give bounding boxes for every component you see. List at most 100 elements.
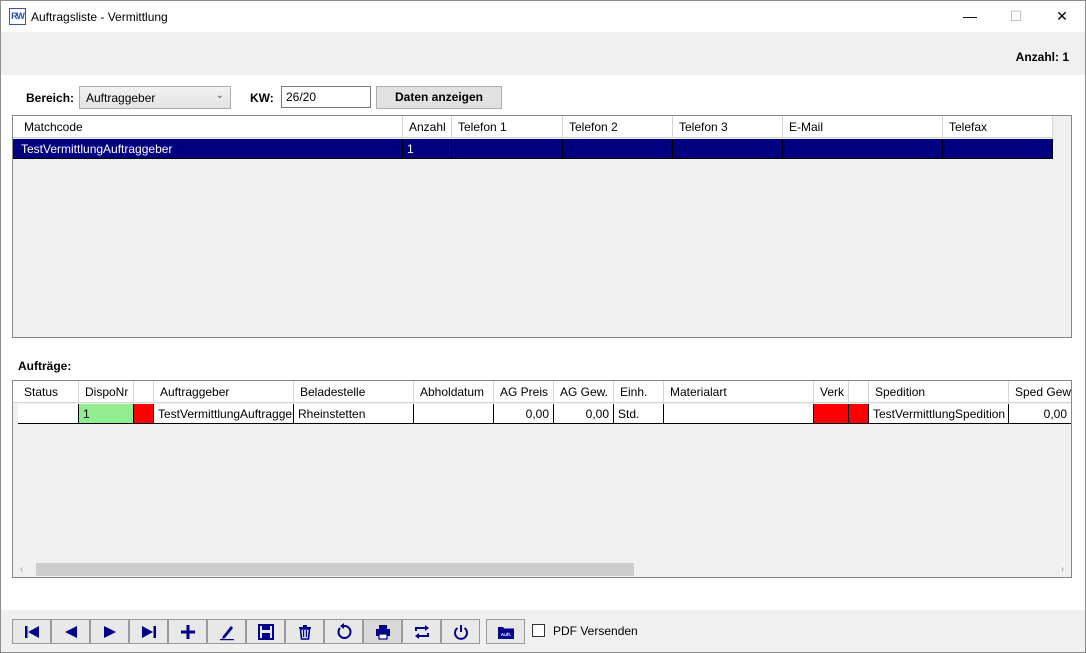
column-header[interactable]: Telefon 3 [673,116,783,138]
horizontal-scrollbar[interactable]: ‹ › [13,561,1071,577]
bereich-select[interactable]: Auftraggeber ⌄ [79,86,231,109]
column-header[interactable]: Materialart [664,381,814,403]
kw-label: KW: [250,91,274,105]
column-header[interactable]: DispoNr [79,381,134,403]
column-header[interactable]: AG Preis [494,381,554,403]
table-row[interactable]: 1 TestVermittlungAuftraggeber Rheinstett… [13,404,1071,424]
column-header[interactable] [849,381,869,403]
cell-telefon1[interactable] [452,139,563,159]
bottom-toolbar: Auft. PDF Versenden [1,610,1085,652]
pdf-send-checkbox[interactable] [532,624,545,637]
window-title: Auftragsliste - Vermittlung [31,10,168,24]
next-record-button[interactable] [90,619,129,644]
title-bar: RW Auftragsliste - Vermittlung — ☐ ✕ [1,1,1085,32]
scroll-right-icon[interactable]: › [1054,561,1071,577]
undo-icon [337,623,351,639]
floppy-disk-icon [257,624,274,640]
cell-matchcode[interactable]: TestVermittlungAuftraggeber [13,139,403,159]
kw-input[interactable]: 26/20 [281,86,371,108]
cell-anzahl[interactable]: 1 [403,139,452,159]
column-header[interactable]: Telefax [943,116,1053,138]
close-button[interactable]: ✕ [1039,1,1085,32]
print-button[interactable] [363,619,402,644]
record-count: Anzahl: 1 [1015,50,1069,64]
pencil-icon [219,626,234,641]
last-icon [141,626,156,638]
orders-section-title: Aufträge: [18,359,72,373]
maximize-button[interactable]: ☐ [993,1,1039,32]
bereich-label: Bereich: [26,91,75,105]
column-header[interactable]: Telefon 2 [563,116,673,138]
column-header[interactable]: Telefon 1 [452,116,563,138]
cell-status-indicator[interactable] [134,404,154,424]
cell-sped-gew[interactable]: 0,00 [1009,404,1071,424]
cell-telefon3[interactable] [673,139,783,159]
next-icon [103,626,116,638]
cell-auftraggeber[interactable]: TestVermittlungAuftraggeber [154,404,294,424]
column-header[interactable]: Status [18,381,79,403]
printer-icon [375,625,390,640]
column-header[interactable]: Auftraggeber [154,381,294,403]
cell-telefax[interactable] [943,139,1053,159]
scroll-left-icon[interactable]: ‹ [13,561,30,577]
cell-ag-gew[interactable]: 0,00 [554,404,614,424]
previous-record-button[interactable] [51,619,90,644]
customer-grid[interactable]: Matchcode Anzahl Telefon 1 Telefon 2 Tel… [12,115,1072,338]
scrollbar-thumb[interactable] [36,563,634,576]
first-icon [24,626,39,638]
column-header[interactable]: Beladestelle [294,381,414,403]
cell-verk[interactable] [814,404,849,424]
bereich-select-value: Auftraggeber [86,91,156,105]
delete-button[interactable] [285,619,324,644]
swap-arrows-icon [414,625,429,639]
svg-text:Auft.: Auft. [500,632,510,637]
cell-status[interactable] [18,404,79,424]
folder-icon: Auft. [497,627,514,639]
trash-icon [298,625,311,640]
cell-beladestelle[interactable]: Rheinstetten [294,404,414,424]
exit-button[interactable] [441,619,480,644]
cell-email[interactable] [783,139,943,159]
minimize-button[interactable]: — [947,1,993,32]
previous-icon [64,626,77,638]
app-logo-icon: RW [9,8,26,25]
column-header[interactable]: Abholdatum [414,381,494,403]
cell-einheit[interactable]: Std. [614,404,664,424]
column-header[interactable]: Anzahl [403,116,452,138]
first-record-button[interactable] [12,619,51,644]
refresh-button[interactable] [324,619,363,644]
cell-spedition[interactable]: TestVermittlungSpedition [869,404,1009,424]
customer-grid-header: Matchcode Anzahl Telefon 1 Telefon 2 Tel… [13,116,1053,138]
last-record-button[interactable] [129,619,168,644]
cell-disponr[interactable]: 1 [79,404,134,424]
column-header[interactable]: Sped Gew. [1009,381,1071,403]
pdf-send-label: PDF Versenden [553,624,638,638]
column-header[interactable]: Spedition [869,381,1009,403]
orders-grid-header: Status DispoNr Auftraggeber Beladestelle… [13,381,1071,403]
main-content: Bereich: Auftraggeber ⌄ KW: 26/20 Daten … [1,75,1085,610]
header-strip: Anzahl: 1 [1,32,1085,75]
table-row[interactable]: TestVermittlungAuftraggeber 1 [13,139,1053,159]
column-header[interactable]: Einh. [614,381,664,403]
edit-button[interactable] [207,619,246,644]
app-window: RW Auftragsliste - Vermittlung — ☐ ✕ Anz… [0,0,1086,653]
save-button[interactable] [246,619,285,644]
cell-materialart[interactable] [664,404,814,424]
orders-folder-button[interactable]: Auft. [486,619,525,644]
cell-telefon2[interactable] [563,139,673,159]
column-header[interactable]: Verk [814,381,849,403]
show-data-button[interactable]: Daten anzeigen [376,86,502,109]
column-header[interactable]: AG Gew. [554,381,614,403]
cell-verk-indicator[interactable] [849,404,869,424]
add-button[interactable] [168,619,207,644]
column-header[interactable]: E-Mail [783,116,943,138]
power-icon [453,625,468,640]
orders-grid[interactable]: Status DispoNr Auftraggeber Beladestelle… [12,380,1072,578]
cell-ag-preis[interactable]: 0,00 [494,404,554,424]
plus-icon [180,625,195,639]
cell-abholdatum[interactable] [414,404,494,424]
column-header[interactable] [134,381,154,403]
column-header[interactable]: Matchcode [13,116,403,138]
chevron-down-icon: ⌄ [215,90,224,101]
transfer-button[interactable] [402,619,441,644]
